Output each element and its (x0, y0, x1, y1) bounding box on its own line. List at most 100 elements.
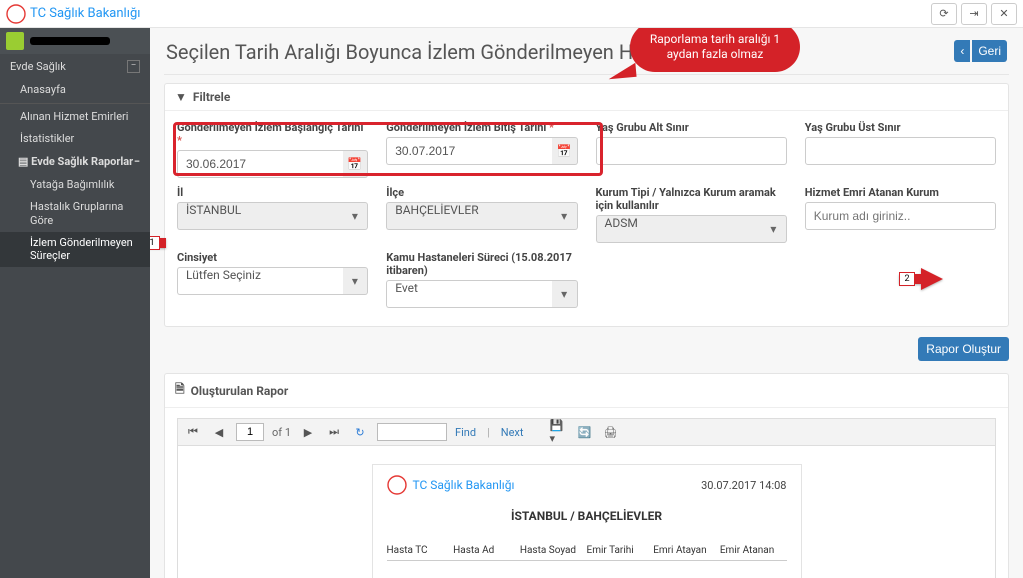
filter-panel-body: Gönderilmeyen İzlem Başlangıç Tarihi * 📅… (165, 111, 1008, 326)
age-min-label: Yaş Grubu Alt Sınır (596, 121, 787, 134)
refresh-report-button[interactable]: ↻ (351, 423, 369, 441)
sidebar-item-izlem-gonderilmeyen[interactable]: İzlem Gönderilmeyen Süreçler (0, 232, 150, 268)
avatar (6, 32, 24, 50)
start-date-label: Gönderilmeyen İzlem Başlangıç Tarihi * (177, 121, 368, 147)
find-text[interactable]: Find (455, 426, 476, 439)
username-redacted (30, 37, 110, 45)
il-select[interactable]: İSTANBUL (177, 202, 343, 230)
minus-icon: − (127, 60, 140, 73)
sidebar-item-evde-saglik[interactable]: Evde Sağlık − (0, 54, 150, 79)
sidebar-item-label: Evde Sağlık (10, 60, 66, 73)
sidebar-item-hastalik[interactable]: Hastalık Gruplarına Göre (0, 196, 150, 232)
kurum-tipi-select[interactable]: ADSM (596, 215, 762, 243)
sidebar-group-raporlar[interactable]: ▤ Evde Sağlık Raporlar − (0, 149, 150, 174)
calendar-icon[interactable]: 📅 (552, 137, 578, 165)
page-number-input[interactable] (236, 423, 264, 441)
kamu-select[interactable]: Evet (386, 280, 552, 308)
filter-panel-head: ▼ Filtrele (165, 84, 1008, 111)
cinsiyet-select[interactable]: Lütfen Seçiniz (177, 267, 343, 295)
back-arrow-button[interactable]: ‹ (954, 40, 970, 62)
marker-number: 1 (150, 236, 160, 250)
ilce-select[interactable]: BAHÇELİEVLER (386, 202, 552, 230)
sidebar-item-label: Anasayfa (20, 83, 66, 96)
page-header: Seçilen Tarih Aralığı Boyunca İzlem Gönd… (164, 36, 1009, 75)
sidebar-item-label: Alınan Hizmet Emirleri (20, 110, 128, 123)
next-text[interactable]: Next (501, 426, 524, 439)
end-date-input[interactable] (386, 137, 552, 165)
close-icon[interactable]: ✕ (991, 3, 1017, 25)
generated-report-head: 🗎 Oluşturulan Rapor (165, 374, 1008, 408)
back-label: Geri (978, 44, 1001, 58)
print-button[interactable]: 🖨 (602, 423, 620, 441)
col-emir-atanan: Emir Atanan (720, 545, 787, 556)
refresh-icon[interactable]: ⟳ (931, 3, 957, 25)
end-date-label: Gönderilmeyen İzlem Bitiş Tarihi * (386, 121, 577, 134)
last-page-button[interactable]: ⏭ (325, 423, 343, 441)
col-emri-atayan: Emri Atayan (653, 545, 720, 556)
sidebar-item-label: İzlem Gönderilmeyen Süreçler (30, 236, 133, 263)
report-viewer: ⏮ ◀ of 1 ▶ ⏭ ↻ Find | Next 💾▾ 🔄 🖨 (165, 408, 1008, 578)
pipe: | (484, 426, 493, 439)
viewer-toolbar: ⏮ ◀ of 1 ▶ ⏭ ↻ Find | Next 💾▾ 🔄 🖨 (177, 418, 996, 446)
next-page-button[interactable]: ▶ (299, 423, 317, 441)
col-emir-tarihi: Emir Tarihi (587, 545, 654, 556)
generated-report-panel: 🗎 Oluşturulan Rapor ⏮ ◀ of 1 ▶ ⏭ ↻ Find … (164, 373, 1009, 578)
chevron-down-icon[interactable]: ▾ (343, 202, 369, 230)
sidebar-item-label: İstatistikler (20, 132, 74, 145)
kurum-input[interactable] (805, 202, 996, 230)
brand-title: TC Sağlık Bakanlığı (30, 6, 140, 21)
cinsiyet-label: Cinsiyet (177, 251, 368, 264)
page-of-text: of 1 (272, 426, 291, 439)
chevron-left-icon: ‹ (960, 44, 964, 58)
create-report-label: Rapor Oluştur (926, 342, 1001, 356)
prev-page-button[interactable]: ◀ (210, 423, 228, 441)
sidebar-item-yataga[interactable]: Yatağa Bağımlılık (0, 174, 150, 196)
kurum-label: Hizmet Emri Atanan Kurum (805, 186, 996, 199)
search-report-input[interactable] (377, 423, 447, 441)
brand-logo-icon (6, 4, 26, 24)
content: Seçilen Tarih Aralığı Boyunca İzlem Gönd… (150, 28, 1023, 578)
col-hasta-soyad: Hasta Soyad (520, 545, 587, 556)
export-button[interactable]: 💾▾ (550, 423, 568, 441)
kurum-tipi-label: Kurum Tipi / Yalnızca Kurum aramak için … (596, 186, 787, 212)
top-actions: ⟳ ⇥ ✕ (931, 3, 1017, 25)
start-date-input[interactable] (177, 150, 343, 178)
report-brand: TC Sağlık Bakanlığı (387, 475, 515, 495)
age-min-input[interactable] (596, 137, 787, 165)
chevron-down-icon[interactable]: ▾ (761, 215, 787, 243)
sidebar-item-anasayfa[interactable]: Anasayfa (0, 79, 150, 101)
sidebar-item-alinan-hizmet[interactable]: Alınan Hizmet Emirleri (0, 106, 150, 128)
create-report-button[interactable]: Rapor Oluştur (918, 337, 1009, 361)
ilce-label: İlçe (386, 186, 577, 199)
back-button-group: ‹ Geri (954, 40, 1007, 62)
il-label: İl (177, 186, 368, 199)
chevron-down-icon[interactable]: ▾ (552, 280, 578, 308)
back-button[interactable]: Geri (972, 40, 1007, 62)
age-max-input[interactable] (805, 137, 996, 165)
sidebar: Evde Sağlık − Anasayfa Alınan Hizmet Emi… (0, 28, 150, 578)
refresh-icon[interactable]: 🔄 (576, 423, 594, 441)
sidebar-item-label: Evde Sağlık Raporlar (31, 155, 133, 168)
calendar-icon[interactable]: 📅 (343, 150, 369, 178)
filter-icon: ▼ (175, 90, 187, 104)
report-location-title: İSTANBUL / BAHÇELİEVLER (387, 509, 787, 523)
report-actions: Rapor Oluştur (164, 337, 1009, 361)
report-page: TC Sağlık Bakanlığı 30.07.2017 14:08 İST… (372, 464, 802, 578)
col-hasta-ad: Hasta Ad (453, 545, 520, 556)
logout-icon[interactable]: ⇥ (961, 3, 987, 25)
sidebar-item-label: Yatağa Bağımlılık (30, 178, 114, 191)
sidebar-item-label: Hastalık Gruplarına Göre (30, 200, 123, 227)
divider (0, 103, 150, 104)
filter-heading: Filtrele (193, 90, 230, 104)
report-header: TC Sağlık Bakanlığı 30.07.2017 14:08 (387, 475, 787, 495)
report-table-header: Hasta TC Hasta Ad Hasta Soyad Emir Tarih… (387, 545, 787, 561)
brand: TC Sağlık Bakanlığı (6, 4, 140, 24)
first-page-button[interactable]: ⏮ (184, 423, 202, 441)
chevron-down-icon[interactable]: ▾ (343, 267, 369, 295)
sidebar-item-istatistikler[interactable]: İstatistikler (0, 128, 150, 150)
chevron-down-icon[interactable]: ▾ (552, 202, 578, 230)
user-block (0, 28, 150, 54)
brand-logo-icon (387, 475, 407, 495)
viewer-page-wrap: TC Sağlık Bakanlığı 30.07.2017 14:08 İST… (177, 446, 996, 578)
filter-panel: ▼ Filtrele Gönderilmeyen İzlem Başlangıç… (164, 83, 1009, 327)
